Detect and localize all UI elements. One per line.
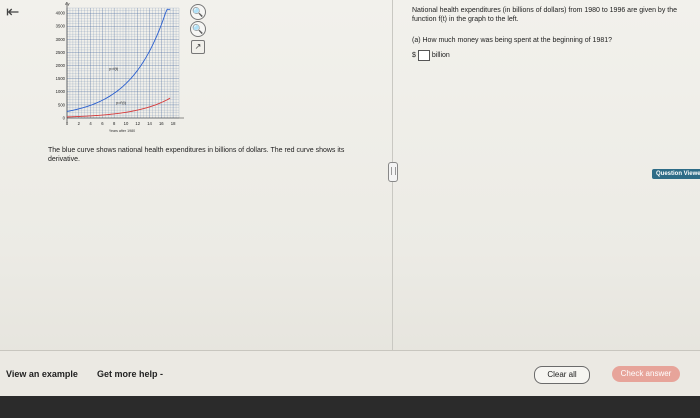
- graph-caption: The blue curve shows national health exp…: [48, 147, 345, 163]
- curve-label-f: y=f(t): [109, 66, 119, 71]
- get-more-help-button[interactable]: Get more help -: [97, 369, 163, 379]
- x-tick-label: 8: [113, 121, 116, 126]
- expenditure-graph: 4000 3500 3000 2500 2000 1500 1000 500 0 0 2 4 6 8 10…: [56, 1, 184, 133]
- x-tick-label: 18: [171, 121, 176, 126]
- y-tick-label: 3000: [56, 37, 66, 42]
- y-tick-label: 3500: [56, 24, 66, 29]
- clear-all-button[interactable]: Clear all: [534, 366, 590, 384]
- y-tick-label: 0: [63, 115, 66, 120]
- y-tick-label: 4000: [56, 11, 66, 16]
- zoom-in-icon[interactable]: 🔍: [190, 4, 206, 20]
- x-tick-label: 14: [147, 121, 152, 126]
- x-tick-label: 6: [101, 121, 104, 126]
- x-tick-label: 2: [78, 121, 81, 126]
- view-example-button[interactable]: View an example: [6, 369, 78, 379]
- x-axis-label: Years after 1980: [109, 129, 135, 133]
- y-tick-label: 500: [58, 102, 66, 107]
- bottom-dark-bar: [0, 396, 700, 418]
- y-tick-labels: 4000 3500 3000 2500 2000 1500 1000 500 0: [56, 11, 66, 121]
- external-link-icon[interactable]: ↗: [191, 40, 205, 54]
- check-answer-button[interactable]: Check answer: [612, 366, 680, 382]
- answer-suffix: billion: [431, 52, 450, 59]
- x-tick-labels: 0 2 4 6 8 10 12 14 16 18: [66, 121, 176, 126]
- y-tick-label: 2000: [56, 63, 66, 68]
- x-tick-label: 16: [159, 121, 164, 126]
- answer-input[interactable]: [417, 50, 430, 61]
- page: ⇤ 4000 3500 3000 2500 2000 1500 1000 500 0 02468…: [0, 0, 700, 418]
- x-tick-label: 4: [89, 121, 92, 126]
- y-axis-arrow-label: Ay: [65, 1, 70, 6]
- x-tick-label: 12: [135, 121, 140, 126]
- answer-prefix: $: [412, 52, 416, 59]
- question-text: National health expenditures (in billion…: [412, 7, 677, 23]
- question-part-a: (a) How much money was being spent at th…: [412, 37, 613, 44]
- resize-handle-icon[interactable]: [388, 162, 398, 182]
- y-tick-label: 1000: [56, 89, 66, 94]
- zoom-out-icon[interactable]: 🔍: [190, 21, 206, 37]
- x-tick-label: 0: [66, 121, 69, 126]
- curve-label-fprime: y=f'(t): [116, 100, 127, 105]
- x-tick-label: 10: [124, 121, 129, 126]
- answer-row: $ billion: [412, 50, 450, 61]
- y-tick-label: 2500: [56, 50, 66, 55]
- graph-panel: 4000 3500 3000 2500 2000 1500 1000 500 0 0 2 4 6 8 10…: [0, 0, 392, 350]
- y-tick-label: 1500: [56, 76, 66, 81]
- question-viewer-tab[interactable]: Question Viewer: [652, 169, 700, 179]
